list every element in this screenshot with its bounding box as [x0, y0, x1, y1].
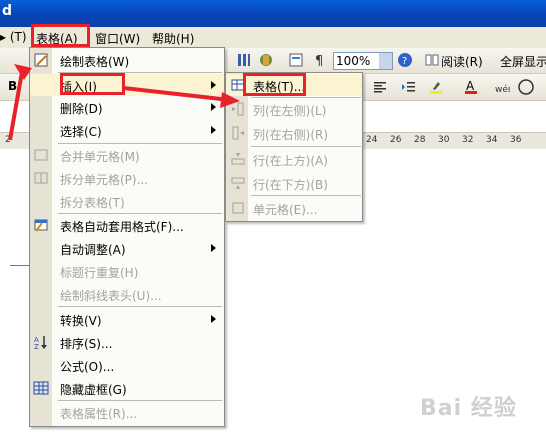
arrow-right-head-icon	[220, 92, 240, 108]
arrow-up-head-icon	[14, 64, 32, 80]
arrow-up-line	[8, 71, 24, 141]
annotation-arrows	[8, 64, 240, 141]
arrow-right-line	[123, 86, 231, 102]
watermark: Bai 经验	[420, 396, 517, 421]
